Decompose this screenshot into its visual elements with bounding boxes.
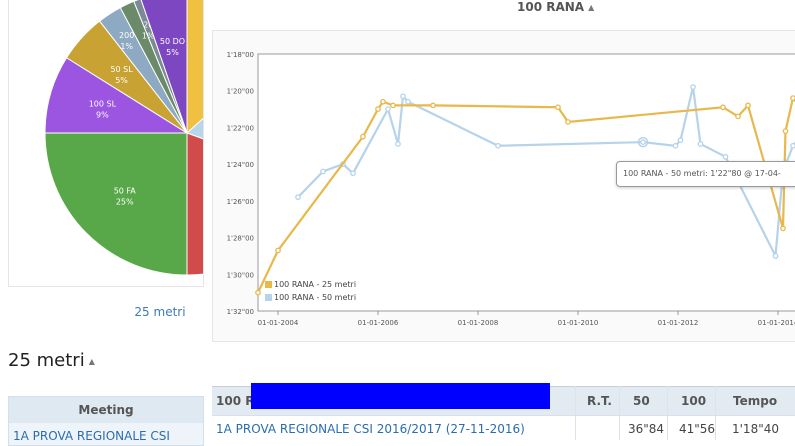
pie-slice-other[interactable] (186, 0, 204, 135)
data-point[interactable] (677, 137, 684, 144)
time-column-header[interactable]: Tempo (733, 394, 777, 408)
data-point[interactable] (640, 139, 646, 145)
data-point[interactable] (565, 119, 571, 125)
time-value: 1'18"40 (732, 422, 779, 436)
data-point[interactable] (790, 95, 795, 101)
table-row: 1A PROVA REGIONALE CSI 2016/2017 (27-11-… (212, 415, 795, 442)
data-point[interactable] (320, 168, 326, 175)
data-point[interactable] (782, 128, 789, 134)
chart-title-text: 100 RANA (517, 0, 585, 14)
chart-title[interactable]: 100 RANA ▲ (517, 0, 594, 14)
data-point[interactable] (790, 142, 795, 149)
data-point[interactable] (720, 104, 726, 111)
pie-label: 50 SL (110, 65, 133, 74)
rt-column-header[interactable]: R.T. (587, 394, 612, 408)
meeting-table-left: Meeting 1A PROVA REGIONALE CSI (8, 396, 204, 446)
data-point[interactable] (380, 98, 386, 105)
y-tick-label: 1'18"00 (227, 51, 254, 59)
data-point[interactable] (295, 194, 301, 201)
x-tick-label: 01-01-2008 (458, 319, 499, 327)
pie-label: 50 FA (114, 186, 137, 195)
split-100-column-header[interactable]: 100 (681, 394, 706, 408)
pie-label: 200 (119, 31, 134, 40)
pie-label-pct: 25% (116, 197, 134, 206)
data-point[interactable] (350, 170, 356, 177)
column-divider (667, 386, 668, 440)
meeting-link[interactable]: 1A PROVA REGIONALE CSI 2016/2017 (27-11-… (216, 422, 525, 436)
data-point[interactable] (255, 289, 261, 296)
data-point[interactable] (390, 102, 396, 109)
data-point[interactable] (275, 247, 281, 254)
legend-label[interactable]: 100 RANA - 25 metri (274, 280, 356, 289)
pie-chart-panel: 100 M12%50 FA25%100 SL9%50 SL5%2001%201%… (8, 0, 204, 287)
data-point[interactable] (672, 142, 679, 149)
data-point[interactable] (555, 104, 561, 111)
pie-label-pct: 5% (115, 76, 128, 85)
data-point[interactable] (430, 102, 436, 109)
legend-swatch[interactable] (265, 294, 272, 301)
data-point[interactable] (697, 141, 704, 147)
chart-sort-caret-icon[interactable]: ▲ (588, 3, 594, 12)
legend-swatch[interactable] (265, 281, 272, 288)
y-tick-label: 1'28"00 (227, 235, 254, 243)
results-table-header: 100 RA R.T. 50 100 Tempo (212, 383, 795, 415)
legend-label[interactable]: 100 RANA - 50 metri (274, 293, 356, 302)
pie-label-pct: 9% (96, 111, 109, 120)
y-tick-label: 1'32"00 (227, 308, 254, 316)
pie-label: 50 DO (160, 37, 185, 46)
data-point[interactable] (385, 106, 391, 112)
split-50-column-header[interactable]: 50 (633, 394, 650, 408)
data-point[interactable] (405, 98, 411, 105)
y-tick-label: 1'30"00 (227, 271, 254, 279)
split-100-value: 41"56 (679, 422, 716, 436)
data-point[interactable] (722, 153, 729, 160)
data-point[interactable] (780, 225, 786, 232)
meeting-column-header[interactable]: Meeting (9, 397, 203, 423)
results-table: 100 RA R.T. 50 100 Tempo 1A PROVA REGION… (212, 383, 795, 442)
data-point[interactable] (690, 84, 696, 90)
x-tick-label: 01-01-2004 (258, 319, 299, 327)
split-50-value: 36"84 (628, 422, 665, 436)
section-title-text: 25 metri (8, 350, 85, 371)
x-tick-label: 01-01-2012 (658, 319, 699, 327)
x-tick-label: 01-01-2014 (758, 319, 795, 327)
pie-label-pct: 1% (120, 42, 133, 51)
data-point[interactable] (395, 141, 401, 147)
data-point[interactable] (400, 93, 406, 100)
y-tick-label: 1'22"00 (227, 124, 254, 132)
pie-label: 100 SL (89, 100, 117, 109)
y-tick-label: 1'26"00 (227, 198, 254, 206)
meeting-row-link[interactable]: 1A PROVA REGIONALE CSI (9, 423, 203, 445)
data-point[interactable] (360, 133, 366, 140)
y-tick-label: 1'24"00 (227, 161, 254, 169)
column-divider (575, 386, 576, 440)
pie-chart: 100 M12%50 FA25%100 SL9%50 SL5%2001%201%… (44, 0, 204, 276)
data-point[interactable] (745, 102, 751, 109)
data-point[interactable] (735, 113, 741, 120)
x-tick-label: 01-01-2010 (558, 319, 599, 327)
pie-caption-link[interactable]: 25 metri (110, 305, 210, 319)
sort-caret-icon[interactable]: ▲ (89, 357, 95, 366)
column-divider (715, 386, 716, 440)
y-tick-label: 1'20"00 (227, 88, 254, 96)
column-divider (619, 386, 620, 440)
pie-slice-100-m[interactable] (186, 132, 204, 276)
data-point[interactable] (375, 106, 381, 112)
data-point[interactable] (495, 142, 501, 149)
pie-label-pct: 5% (166, 48, 179, 57)
data-point[interactable] (772, 253, 779, 259)
section-title[interactable]: 25 metri ▲ (8, 350, 95, 371)
chart-tooltip: 100 RANA - 50 metri: 1'22"80 @ 17-04- (616, 161, 795, 187)
redacted-block (251, 383, 550, 409)
x-tick-label: 01-01-2006 (358, 319, 399, 327)
